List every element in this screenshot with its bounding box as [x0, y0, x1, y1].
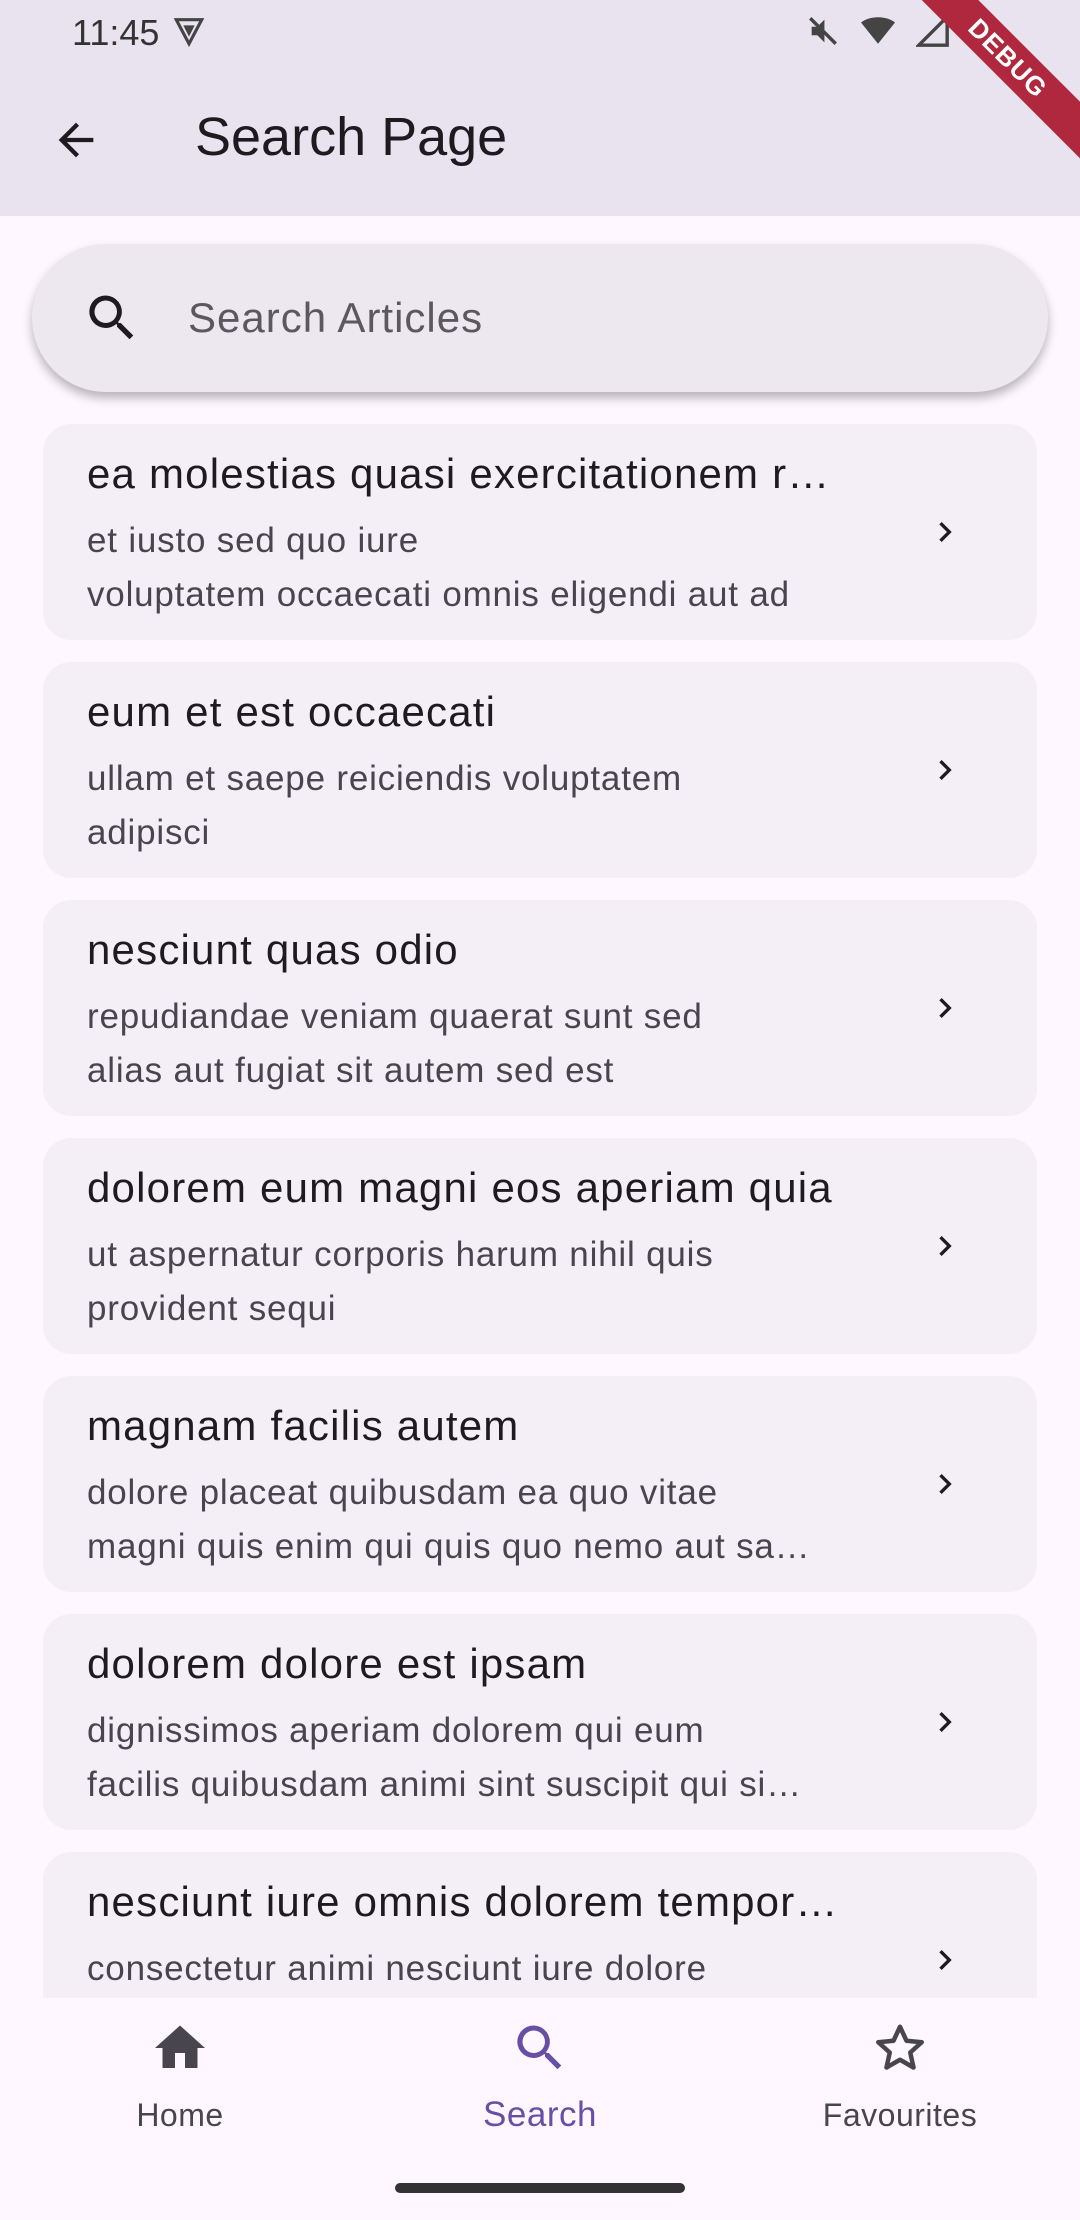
chevron-right-icon — [939, 522, 952, 542]
nav-label-favourites: Favourites — [822, 2097, 978, 2133]
article-card[interactable]: dolorem dolore est ipsam dignissimos ape… — [43, 1614, 1037, 1830]
search-icon — [82, 288, 142, 348]
chevron-right-icon — [939, 1712, 952, 1732]
article-card[interactable]: magnam facilis autem dolore placeat quib… — [43, 1376, 1037, 1592]
article-card[interactable]: dolorem eum magni eos aperiam quia ut as… — [43, 1138, 1037, 1354]
chevron-right-icon — [939, 760, 952, 780]
article-list[interactable]: ea molestias quasi exercitationem r… et … — [0, 420, 1080, 1998]
article-card[interactable]: nesciunt quas odio repudiandae veniam qu… — [43, 900, 1037, 1116]
search-input[interactable] — [188, 294, 948, 342]
article-body-line: ut aspernatur corporis harum nihil quis — [87, 1235, 714, 1274]
article-title: ea molestias quasi exercitationem r… — [87, 450, 831, 497]
star-icon — [876, 2024, 924, 2070]
nav-item-search[interactable]: Search — [390, 2018, 690, 2168]
nav-label-search: Search — [483, 2095, 597, 2134]
article-body: ullam et saepe reiciendis voluptatem adi… — [87, 752, 907, 860]
article-body: et iusto sed quo iure voluptatem occaeca… — [87, 514, 907, 622]
nav-item-favourites[interactable]: Favourites — [750, 2018, 1050, 2168]
chevron-right-icon — [939, 998, 952, 1018]
article-title: eum et est occaecati — [87, 688, 497, 735]
chevron-right-icon — [939, 1950, 952, 1970]
nav-label-home: Home — [136, 2097, 224, 2133]
arrow-back-icon — [58, 122, 94, 158]
article-body-line: facilis quibusdam animi sint suscipit qu… — [87, 1765, 802, 1804]
nav-item-home[interactable]: Home — [30, 2018, 330, 2168]
article-title: magnam facilis autem — [87, 1402, 520, 1449]
article-body-line: consectetur animi nesciunt iure dolore — [87, 1949, 707, 1988]
wifi-icon — [860, 14, 896, 53]
article-body-line: voluptatem occaecati omnis eligendi aut … — [87, 575, 790, 614]
home-indicator[interactable] — [395, 2183, 685, 2193]
article-body-line: et iusto sed quo iure — [87, 521, 420, 560]
article-card[interactable]: eum et est occaecati ullam et saepe reic… — [43, 662, 1037, 878]
article-title: nesciunt iure omnis dolorem tempor… — [87, 1878, 839, 1925]
article-title: nesciunt quas odio — [87, 926, 459, 973]
article-card[interactable]: ea molestias quasi exercitationem r… et … — [43, 424, 1037, 640]
article-body-line: dignissimos aperiam dolorem qui eum — [87, 1711, 705, 1750]
status-bar: 11:45 — [0, 0, 1080, 62]
article-body-line: ullam et saepe reiciendis voluptatem — [87, 759, 682, 798]
back-button[interactable] — [40, 104, 112, 176]
article-body-line: adipisci — [87, 813, 211, 852]
search-bar[interactable] — [32, 244, 1048, 392]
article-body: repudiandae veniam quaerat sunt sed alia… — [87, 990, 907, 1098]
article-body-line: dolore placeat quibusdam ea quo vitae — [87, 1473, 718, 1512]
mute-icon — [806, 14, 840, 53]
article-card[interactable]: nesciunt iure omnis dolorem tempor… cons… — [43, 1852, 1037, 1998]
search-icon — [517, 2025, 562, 2070]
article-body: consectetur animi nesciunt iure dolore — [87, 1942, 907, 1996]
article-body-line: provident sequi — [87, 1289, 337, 1328]
article-body-line: alias aut fugiat sit autem sed est — [87, 1051, 615, 1090]
article-body-line: repudiandae veniam quaerat sunt sed — [87, 997, 703, 1036]
page-title: Search Page — [195, 107, 508, 167]
vpn-icon — [172, 14, 206, 53]
status-time: 11:45 — [72, 12, 160, 53]
home-icon — [155, 2025, 205, 2068]
chevron-right-icon — [939, 1236, 952, 1256]
article-body: ut aspernatur corporis harum nihil quis … — [87, 1228, 907, 1336]
article-body: dignissimos aperiam dolorem qui eum faci… — [87, 1704, 907, 1812]
app-bar: Search Page — [0, 62, 1080, 216]
article-body-line: magni quis enim qui quis quo nemo aut sa… — [87, 1527, 811, 1566]
chevron-right-icon — [939, 1474, 952, 1494]
article-body: dolore placeat quibusdam ea quo vitae ma… — [87, 1466, 907, 1574]
article-title: dolorem dolore est ipsam — [87, 1640, 588, 1687]
article-title: dolorem eum magni eos aperiam quia — [87, 1164, 833, 1211]
